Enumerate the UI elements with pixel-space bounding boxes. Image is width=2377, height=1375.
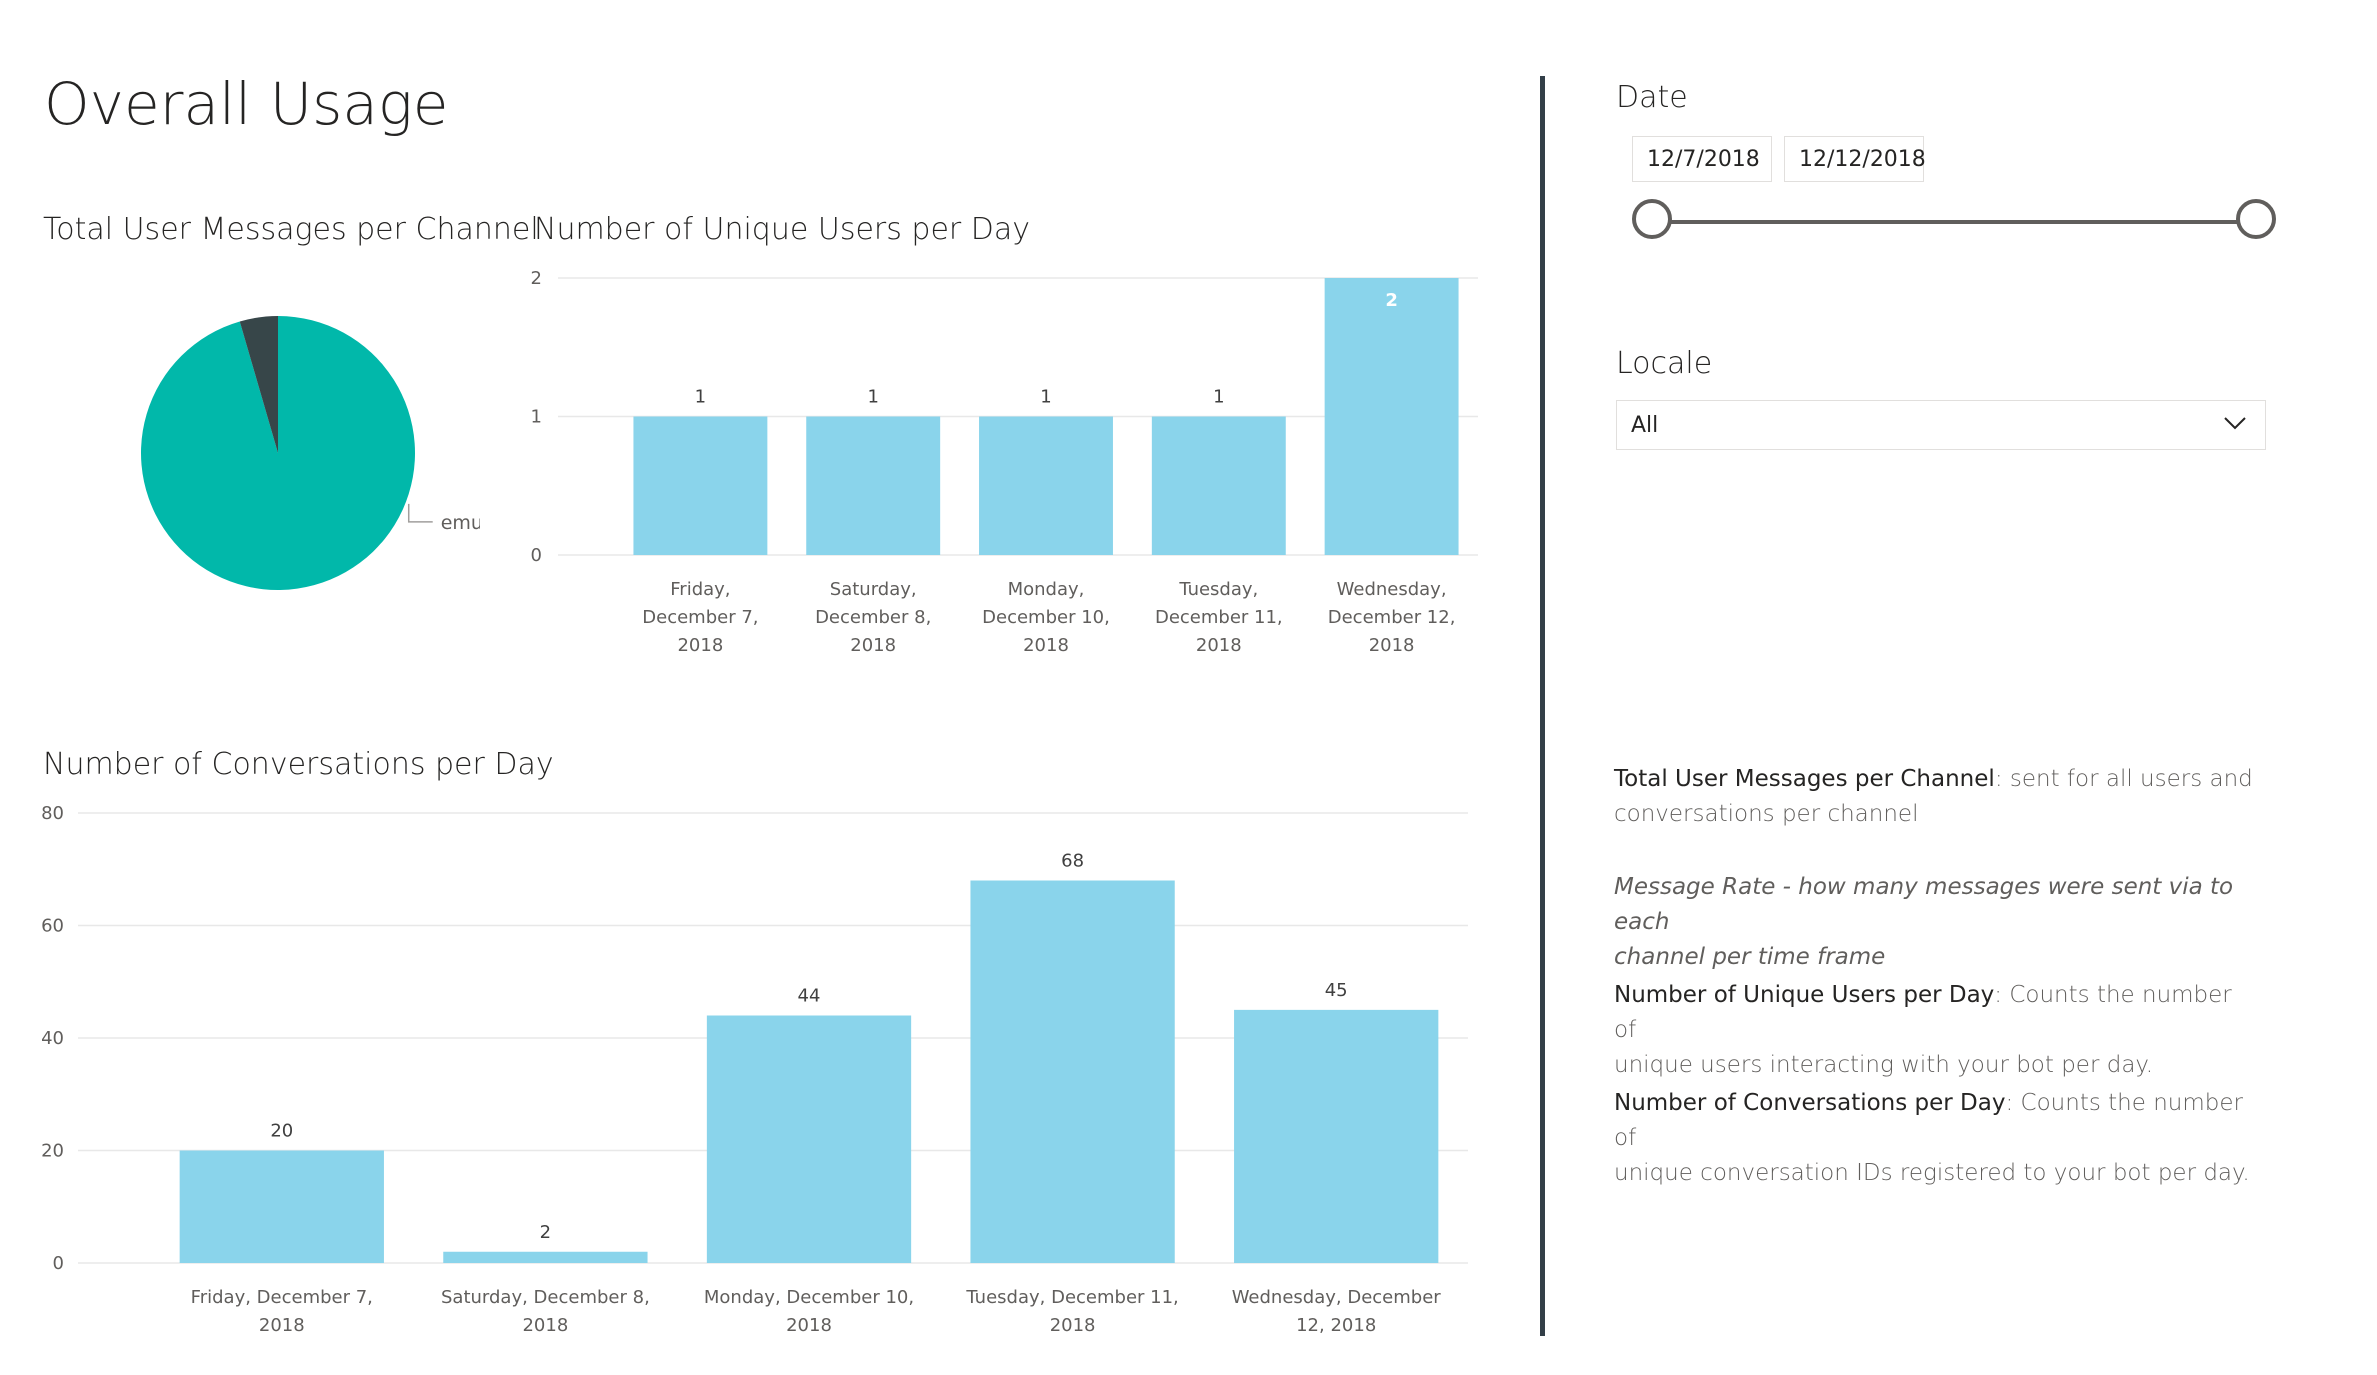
users-x-tick-label: Saturday,: [830, 579, 917, 600]
conversations-data-label: 68: [1061, 851, 1084, 872]
users-x-tick-label: December 11,: [1155, 607, 1283, 628]
description-conversations: Number of Conversations per Day: Counts …: [1614, 1086, 2254, 1191]
messages-chart-title: Total User Messages per Channel: [43, 212, 539, 247]
users-x-tick-label: 2018: [1023, 635, 1069, 656]
conversations-y-tick: 0: [53, 1253, 64, 1274]
users-data-label: 1: [695, 387, 706, 408]
users-x-tick-label: Tuesday,: [1178, 579, 1258, 600]
users-data-label: 1: [867, 387, 878, 408]
conversations-bar[interactable]: [443, 1251, 648, 1263]
description-term: Total User Messages per Channel: [1614, 766, 1995, 792]
conversations-x-tick-label: 2018: [259, 1315, 305, 1336]
description-text: unique users interacting with your bot p…: [1614, 1052, 2154, 1078]
conversations-data-label: 45: [1325, 980, 1348, 1001]
users-x-tick-label: 2018: [1196, 635, 1242, 656]
pie-leader-line: [407, 503, 433, 523]
conversations-bar[interactable]: [179, 1150, 384, 1264]
conversations-x-tick-label: 2018: [522, 1315, 568, 1336]
conversations-x-tick-label: 12, 2018: [1296, 1315, 1376, 1336]
conversations-data-label: 2: [540, 1222, 551, 1243]
users-x-tick-label: December 7,: [642, 607, 758, 628]
description-message-rate: Message Rate - how many messages were se…: [1614, 870, 2254, 975]
conversations-x-tick-label: Monday, December 10,: [704, 1287, 914, 1308]
users-data-label: 1: [1040, 387, 1051, 408]
start-date-input[interactable]: 12/7/2018: [1632, 136, 1772, 182]
pie-slice-label: emulator: [441, 512, 480, 534]
end-date-input[interactable]: 12/12/2018: [1784, 136, 1926, 182]
conversations-y-tick: 60: [41, 916, 64, 937]
locale-slicer-title: Locale: [1616, 346, 1713, 381]
description-term: Number of Conversations per Day: [1614, 1090, 2006, 1116]
conversations-x-tick-label: 2018: [1050, 1315, 1096, 1336]
users-y-tick: 1: [531, 407, 542, 428]
users-bar-chart[interactable]: 0 1 2 1 Friday, December 7, 2018 1 Saturday, Dece…: [520, 260, 1480, 680]
users-x-tick-label: 2018: [1369, 635, 1415, 656]
panel-divider: [1540, 76, 1545, 1336]
date-slicer-title: Date: [1616, 80, 1688, 115]
conversations-x-tick-label: 2018: [786, 1315, 832, 1336]
conversations-x-tick-label: Tuesday, December 11,: [965, 1287, 1178, 1308]
users-y-tick: 2: [531, 268, 542, 289]
users-bar[interactable]: [1151, 416, 1286, 556]
messages-pie-chart[interactable]: emulator: [100, 290, 480, 650]
users-x-tick-label: December 10,: [982, 607, 1110, 628]
users-y-tick: 0: [531, 545, 542, 566]
description-messages: Total User Messages per Channel: sent fo…: [1614, 762, 2254, 832]
users-x-tick-label: Friday,: [670, 579, 730, 600]
users-x-tick-label: 2018: [677, 635, 723, 656]
users-x-tick-label: Wednesday,: [1337, 579, 1447, 600]
users-bar[interactable]: [1324, 278, 1459, 555]
users-bar[interactable]: [806, 416, 941, 556]
conversations-x-tick-label: Saturday, December 8,: [441, 1287, 650, 1308]
conversations-bar-chart[interactable]: 0 20 40 60 80 20 Friday, December 7, 2018 2 Satur…: [30, 795, 1480, 1365]
description-text: conversations per channel: [1614, 801, 1919, 827]
locale-dropdown[interactable]: All: [1616, 400, 2266, 450]
description-text: unique conversation IDs registered to yo…: [1614, 1160, 2250, 1186]
users-x-tick-label: December 8,: [815, 607, 931, 628]
description-text: channel per time frame: [1614, 944, 1886, 970]
description-term: Number of Unique Users per Day: [1614, 982, 1995, 1008]
conversations-y-tick: 20: [41, 1141, 64, 1162]
chevron-down-icon[interactable]: [2221, 409, 2249, 437]
conversations-bar[interactable]: [1234, 1009, 1439, 1263]
conversations-bar[interactable]: [706, 1015, 912, 1264]
description-text: Message Rate - how many messages were se…: [1614, 874, 2234, 935]
users-bar[interactable]: [633, 416, 768, 556]
users-x-tick-label: Monday,: [1008, 579, 1085, 600]
conversations-data-label: 20: [270, 1121, 293, 1142]
conversations-data-label: 44: [798, 986, 821, 1007]
users-bar[interactable]: [979, 416, 1113, 556]
conversations-y-tick: 40: [41, 1028, 64, 1049]
conversations-x-tick-label: Wednesday, December: [1232, 1287, 1442, 1308]
description-unique-users: Number of Unique Users per Day: Counts t…: [1614, 978, 2254, 1083]
locale-selected-value: All: [1631, 413, 1659, 438]
users-chart-title: Number of Unique Users per Day: [534, 212, 1031, 247]
page-title: Overall Usage: [44, 70, 449, 138]
conversations-chart-title: Number of Conversations per Day: [43, 747, 554, 782]
conversations-x-tick-label: Friday, December 7,: [191, 1287, 373, 1308]
users-x-tick-label: 2018: [850, 635, 896, 656]
description-text: : sent for all users and: [1994, 766, 2253, 792]
end-date-slider-handle[interactable]: [2236, 199, 2276, 239]
users-data-label: 1: [1213, 387, 1224, 408]
conversations-bar[interactable]: [970, 880, 1175, 1264]
users-x-tick-label: December 12,: [1328, 607, 1456, 628]
conversations-y-tick: 80: [41, 803, 64, 824]
start-date-slider-handle[interactable]: [1632, 199, 1672, 239]
users-data-label: 2: [1385, 290, 1398, 311]
date-range-slider-track[interactable]: [1648, 220, 2238, 224]
